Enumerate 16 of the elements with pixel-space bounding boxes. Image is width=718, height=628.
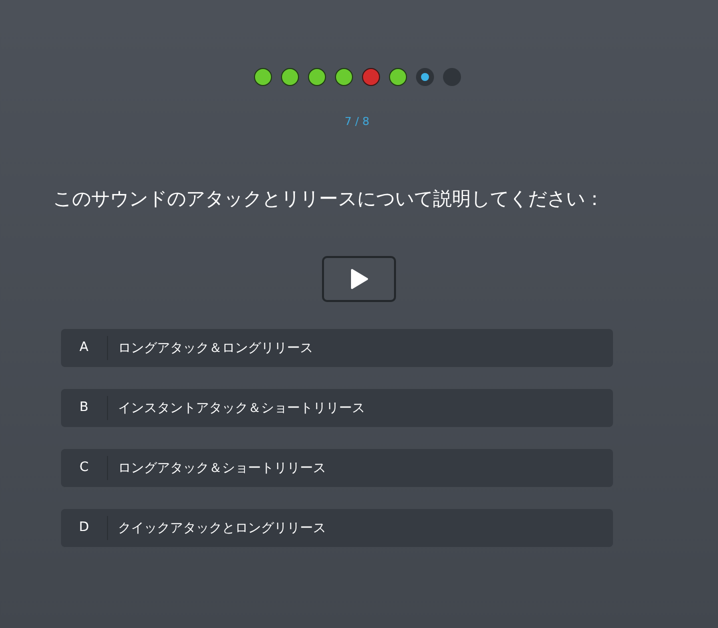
option-text: ロングアタック＆ショートリリース	[117, 460, 326, 477]
option-text: クイックアタックとロングリリース	[117, 520, 326, 537]
option-letter: D	[61, 516, 108, 540]
answer-option[interactable]: C ロングアタック＆ショートリリース	[61, 449, 613, 487]
question-counter: 7 / 8	[344, 115, 370, 128]
option-letter: C	[61, 456, 108, 480]
answer-option[interactable]: B インスタントアタック＆ショートリリース	[61, 389, 613, 427]
play-button[interactable]	[322, 256, 396, 302]
option-letter: B	[61, 396, 108, 420]
answer-option[interactable]: A ロングアタック＆ロングリリース	[61, 329, 613, 367]
option-letter: A	[61, 336, 108, 360]
question-text: このサウンドのアタックとリリースについて説明してください：	[53, 187, 604, 212]
play-icon	[350, 269, 368, 289]
option-text: ロングアタック＆ロングリリース	[117, 340, 313, 357]
option-text: インスタントアタック＆ショートリリース	[117, 400, 365, 417]
answer-option[interactable]: D クイックアタックとロングリリース	[61, 509, 613, 547]
